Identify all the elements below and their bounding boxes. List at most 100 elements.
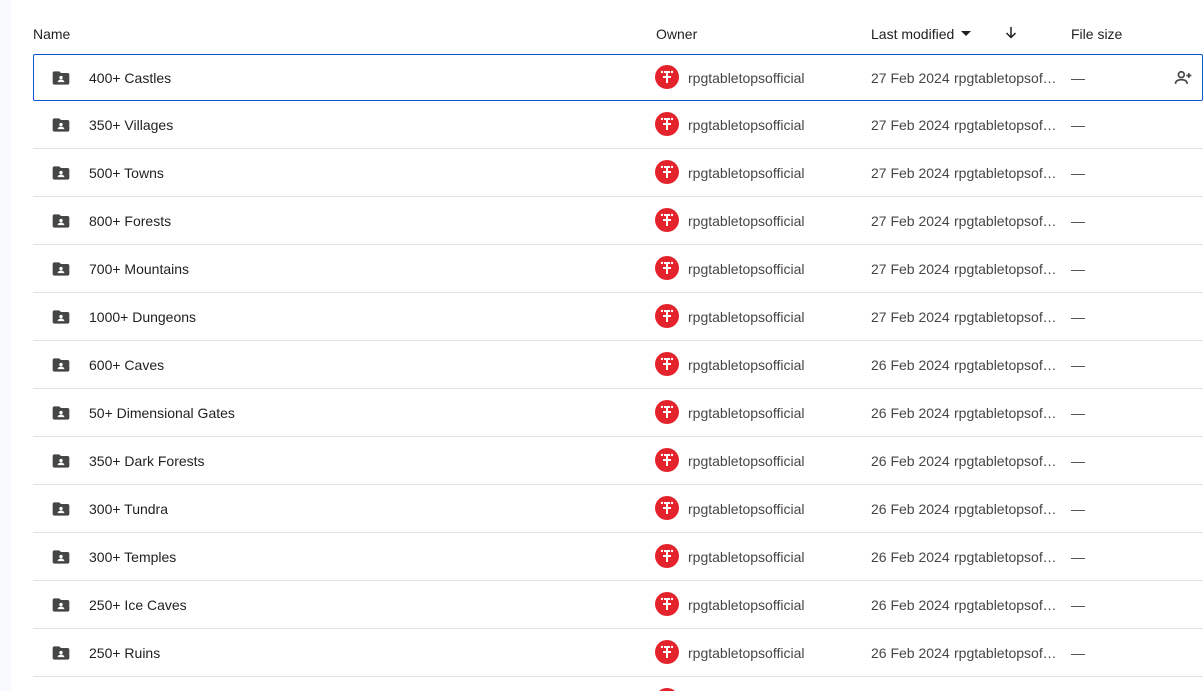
last-modified-by: rpgtabletopsofficial (954, 405, 1058, 421)
file-row[interactable]: 250+ Ruins rpgtabletopsofficial 26 Feb 202… (33, 629, 1203, 677)
shared-folder-icon (51, 451, 71, 471)
file-row[interactable]: 800+ Forests rpgtabletopsofficial 27 Feb 2… (33, 197, 1203, 245)
last-modified-date: 26 Feb 2024 (871, 597, 950, 613)
file-row[interactable]: 600+ Caves rpgtabletopsofficial 26 Feb 202… (33, 341, 1203, 389)
file-name[interactable]: 600+ Caves (89, 357, 164, 373)
file-name[interactable]: 250+ Ice Caves (89, 597, 187, 613)
file-row[interactable]: 250+ Ice Caves rpgtabletopsofficial 26 Feb… (33, 581, 1203, 629)
last-modified-by: rpgtabletopsofficial (954, 309, 1058, 325)
owner-avatar-icon (655, 208, 679, 232)
add-person-icon[interactable] (1173, 68, 1193, 88)
owner-avatar-icon (655, 65, 679, 89)
file-name[interactable]: 400+ Castles (89, 70, 171, 86)
file-row[interactable]: 400+ Castles rpgtabletopsofficial 27 Feb 2… (33, 54, 1203, 101)
file-size: — (1071, 357, 1085, 373)
file-row[interactable]: 1000+ Dungeons rpgtabletopsofficial 27 Feb… (33, 293, 1203, 341)
file-row[interactable]: 350+ Villages rpgtabletopsofficial 27 Feb … (33, 101, 1203, 149)
left-gutter (0, 0, 11, 691)
file-name[interactable]: 700+ Mountains (89, 261, 189, 277)
shared-folder-icon (51, 643, 71, 663)
owner-avatar-icon (655, 304, 679, 328)
last-modified-date: 26 Feb 2024 (871, 405, 950, 421)
owner-name: rpgtabletopsofficial (688, 357, 805, 373)
caret-down-icon (961, 30, 972, 36)
shared-folder-icon (51, 403, 71, 423)
shared-folder-icon (51, 595, 71, 615)
shared-folder-icon (51, 163, 71, 183)
file-size: — (1071, 453, 1085, 469)
file-row[interactable]: 350+ Dark Forests rpgtabletopsofficial 26 … (33, 437, 1203, 485)
owner-name: rpgtabletopsofficial (688, 117, 805, 133)
last-modified-date: 26 Feb 2024 (871, 549, 950, 565)
last-modified-date: 27 Feb 2024 (871, 213, 950, 229)
last-modified-by: rpgtabletopsofficial (954, 549, 1058, 565)
last-modified-date: 26 Feb 2024 (871, 453, 950, 469)
column-header-last-modified[interactable]: Last modified (871, 26, 972, 42)
last-modified-date: 26 Feb 2024 (871, 645, 950, 661)
last-modified-by: rpgtabletopsofficial (954, 213, 1058, 229)
shared-folder-icon (51, 259, 71, 279)
file-name[interactable]: 1000+ Dungeons (89, 309, 196, 325)
file-size: — (1071, 261, 1085, 277)
owner-avatar-icon (655, 256, 679, 280)
file-name[interactable]: 300+ Tundra (89, 501, 168, 517)
file-name[interactable]: 300+ Temples (89, 549, 176, 565)
shared-folder-icon (51, 355, 71, 375)
file-name[interactable]: 800+ Forests (89, 213, 171, 229)
shared-folder-icon (51, 547, 71, 567)
last-modified-by: rpgtabletopsofficial (954, 357, 1058, 373)
owner-name: rpgtabletopsofficial (688, 453, 805, 469)
arrow-down-icon[interactable] (1002, 24, 1020, 42)
file-row[interactable]: 50+ Dimensional Gates rpgtabletopsofficia… (33, 389, 1203, 437)
file-size: — (1071, 405, 1085, 421)
owner-name: rpgtabletopsofficial (688, 645, 805, 661)
owner-name: rpgtabletopsofficial (688, 70, 805, 86)
last-modified-date: 26 Feb 2024 (871, 501, 950, 517)
shared-folder-icon (51, 499, 71, 519)
shared-folder-icon (51, 68, 71, 88)
file-name[interactable]: 500+ Towns (89, 165, 164, 181)
owner-name: rpgtabletopsofficial (688, 309, 805, 325)
file-rows: 400+ Castles rpgtabletopsofficial 27 Feb 2… (33, 54, 1203, 691)
file-list: Name Owner Last modified File size 400+ … (33, 0, 1203, 691)
file-row[interactable]: 300+ Temples rpgtabletopsofficial 26 Feb 2… (33, 533, 1203, 581)
file-name[interactable]: 50+ Dimensional Gates (89, 405, 235, 421)
file-size: — (1071, 117, 1085, 133)
file-size: — (1071, 70, 1085, 86)
owner-avatar-icon (655, 112, 679, 136)
column-header-row: Name Owner Last modified File size (33, 12, 1203, 54)
shared-folder-icon (51, 307, 71, 327)
last-modified-date: 27 Feb 2024 (871, 165, 950, 181)
file-name[interactable]: 250+ Ruins (89, 645, 160, 661)
column-header-last-modified-label: Last modified (871, 26, 955, 42)
column-header-name[interactable]: Name (33, 26, 70, 42)
owner-avatar-icon (655, 352, 679, 376)
last-modified-by: rpgtabletopsofficial (954, 597, 1058, 613)
last-modified-date: 27 Feb 2024 (871, 117, 950, 133)
last-modified-date: 27 Feb 2024 (871, 70, 950, 86)
file-name[interactable]: 350+ Villages (89, 117, 173, 133)
file-row[interactable]: 700+ Mountains rpgtabletopsofficial 27 Feb… (33, 245, 1203, 293)
last-modified-by: rpgtabletopsofficial (954, 453, 1058, 469)
column-header-owner[interactable]: Owner (656, 26, 697, 42)
owner-name: rpgtabletopsofficial (688, 501, 805, 517)
file-row[interactable]: 300+ Tundra rpgtabletopsofficial 26 Feb 20… (33, 485, 1203, 533)
file-size: — (1071, 165, 1085, 181)
last-modified-date: 27 Feb 2024 (871, 309, 950, 325)
owner-avatar-icon (655, 496, 679, 520)
file-size: — (1071, 501, 1085, 517)
column-header-file-size[interactable]: File size (1071, 26, 1122, 42)
owner-avatar-icon (655, 400, 679, 424)
file-row[interactable]: 500+ Towns rpgtabletopsofficial 27 Feb 202… (33, 149, 1203, 197)
owner-name: rpgtabletopsofficial (688, 213, 805, 229)
last-modified-by: rpgtabletopsofficial (954, 501, 1058, 517)
last-modified-by: rpgtabletopsofficial (954, 165, 1058, 181)
shared-folder-icon (51, 115, 71, 135)
last-modified-by: rpgtabletopsofficial (954, 261, 1058, 277)
file-name[interactable]: 350+ Dark Forests (89, 453, 205, 469)
file-size: — (1071, 645, 1085, 661)
file-size: — (1071, 597, 1085, 613)
file-row[interactable] (33, 677, 1203, 691)
owner-avatar-icon (655, 448, 679, 472)
owner-avatar-icon (655, 640, 679, 664)
